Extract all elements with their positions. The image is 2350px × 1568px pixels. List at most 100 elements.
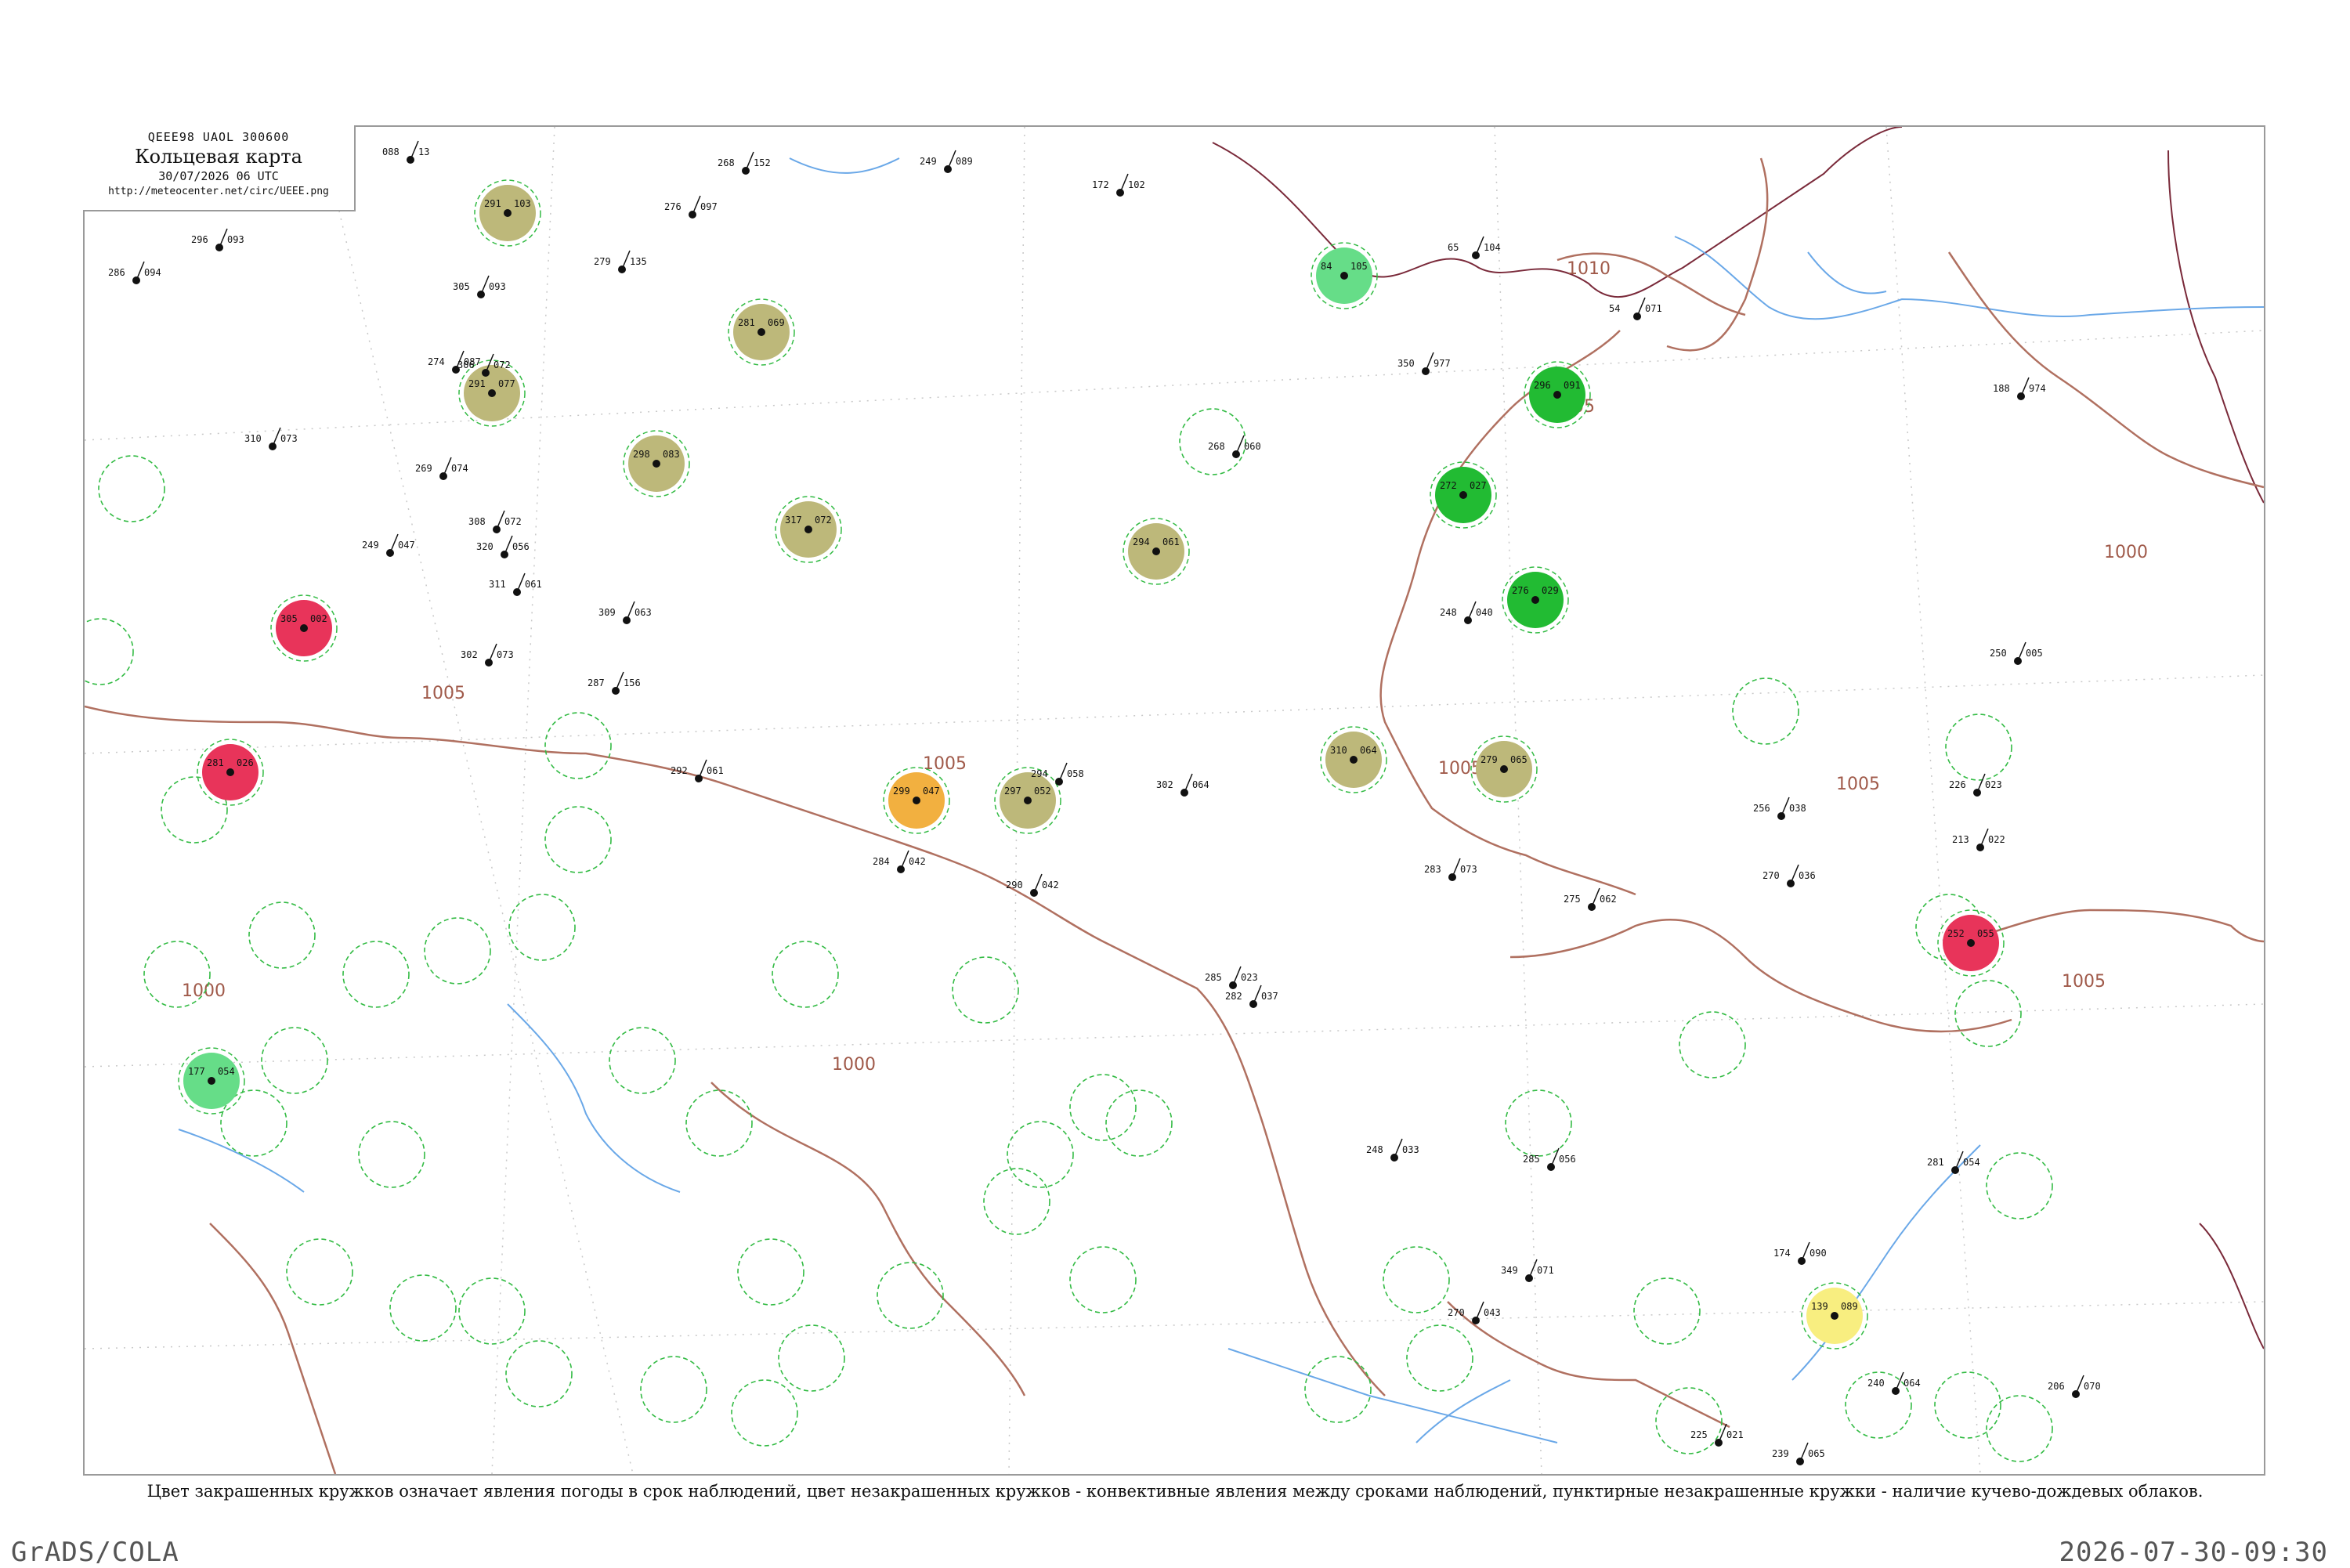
station-temp: 54 — [1609, 303, 1620, 314]
station-pressure: 027 — [1470, 480, 1487, 491]
station-temp: 281 — [1927, 1157, 1944, 1168]
station-pressure: 060 — [1244, 441, 1261, 452]
weather-station-light: 84 105 — [1311, 242, 1378, 309]
station-temp: 177 — [188, 1066, 205, 1077]
wind-barb — [1452, 858, 1461, 878]
station-dot — [1024, 797, 1032, 804]
station-circles: 291 103 298 083 291 077 281 069 317 072 294 061 297 0… — [178, 179, 2005, 1349]
station-pressure: 093 — [489, 281, 506, 292]
station-dot — [1152, 547, 1160, 555]
station-temp: 84 — [1321, 261, 1332, 272]
station-dot — [300, 624, 308, 632]
station-plot: 285 023 — [1205, 966, 1258, 989]
station-temp: 296 — [191, 234, 208, 245]
wind-barb — [1033, 873, 1043, 894]
wind-barb — [1591, 887, 1600, 908]
station-plot: 308 072 — [468, 510, 522, 533]
rivers — [178, 157, 2264, 1443]
station-temp: 298 — [633, 449, 650, 460]
weather-station-light: 177 054 — [178, 1047, 245, 1115]
station-pressure: 033 — [1402, 1144, 1419, 1155]
station-pressure: 038 — [1789, 803, 1806, 814]
station-plot: 279 135 — [594, 250, 647, 273]
station-temp: 317 — [785, 515, 802, 526]
wind-barb — [1253, 985, 1262, 1005]
station-temp: 310 — [1330, 745, 1347, 756]
weather-station-green: 276 029 — [1502, 566, 1569, 634]
weather-station-red: 305 002 — [270, 594, 338, 662]
wind-barb — [1976, 773, 1986, 793]
station-plot: 276 097 — [664, 195, 718, 219]
isobar-label: 1000 — [832, 1055, 876, 1075]
station-temp: 248 — [1440, 607, 1457, 618]
station-plot: 188 974 — [1993, 377, 2046, 400]
station-temp: 276 — [664, 201, 682, 212]
map-canvas: 1010 1005 1005 1005 1005 1005 1005 1000 … — [85, 127, 2264, 1474]
station-pressure: 065 — [1510, 754, 1528, 765]
wind-barb — [516, 573, 526, 593]
wind-barb — [1467, 601, 1477, 621]
station-pressure: 023 — [1241, 972, 1258, 983]
station-temp: 285 — [1523, 1154, 1540, 1165]
station-temp: 279 — [1480, 754, 1498, 765]
station-plot: 256 038 — [1753, 797, 1806, 820]
footer-software: GrADS/COLA — [11, 1537, 179, 1568]
station-pressure: 073 — [1460, 864, 1477, 875]
station-pressure: 077 — [498, 378, 515, 389]
station-temp: 294 — [1031, 768, 1048, 779]
wind-barb — [496, 510, 505, 530]
station-temp: 282 — [1225, 991, 1242, 1002]
station-temp: 206 — [2048, 1381, 2065, 1392]
station-temp: 174 — [1773, 1248, 1791, 1259]
station-dot — [1531, 596, 1539, 604]
station-pressure: 070 — [2084, 1381, 2101, 1392]
station-dot — [504, 209, 512, 217]
station-plot: 206 070 — [2048, 1375, 2101, 1398]
station-temp: 305 — [280, 613, 298, 624]
wind-barb — [1790, 864, 1799, 884]
wind-barb — [219, 228, 228, 248]
map-url[interactable]: http://meteocenter.net/circ/UEEE.png — [83, 186, 354, 197]
station-plot: 275 062 — [1564, 887, 1617, 911]
station-temp: 305 — [453, 281, 470, 292]
station-plot: 268 060 — [1208, 435, 1261, 458]
weather-map: 1010 1005 1005 1005 1005 1005 1005 1000 … — [83, 125, 2265, 1476]
wind-barb — [745, 151, 754, 172]
station-pressure: 047 — [398, 540, 415, 551]
bulletin-code: QEEE98 UAOL 300600 — [147, 130, 290, 144]
station-temp: 349 — [1501, 1265, 1518, 1276]
station-temp: 188 — [1993, 383, 2010, 394]
station-temp: 139 — [1811, 1301, 1828, 1312]
station-pressure: 064 — [1904, 1378, 1921, 1389]
station-pressure: 102 — [1128, 179, 1145, 190]
station-temp: 250 — [1990, 648, 2007, 659]
station-pressure: 061 — [707, 765, 724, 776]
station-pressure: 054 — [1963, 1157, 1980, 1168]
wind-barb — [900, 850, 909, 870]
weather-station-olive: 317 072 — [775, 496, 842, 563]
isobar-label: 1010 — [1567, 259, 1611, 279]
station-plot: 213 022 — [1952, 828, 2005, 851]
wind-barb — [410, 140, 419, 161]
wind-barb — [2075, 1375, 2084, 1395]
station-pressure: 056 — [512, 541, 530, 552]
station-temp: 268 — [718, 157, 735, 168]
station-plot: 292 061 — [671, 759, 724, 782]
wind-barb — [1235, 435, 1245, 455]
map-date: 30/07/2026 06 UTC — [158, 169, 279, 183]
station-pressure: 054 — [218, 1066, 235, 1077]
station-dot — [1340, 272, 1348, 280]
station-pressure: 061 — [1162, 537, 1180, 547]
station-pressure: 023 — [1985, 779, 2002, 790]
station-pressure: 074 — [451, 463, 468, 474]
station-dot — [1831, 1312, 1838, 1320]
wind-barb — [1636, 297, 1646, 317]
station-pressure: 055 — [1977, 928, 1994, 939]
wind-barb — [443, 457, 452, 477]
weather-station-green: 272 027 — [1430, 461, 1497, 529]
station-temp: 302 — [461, 649, 478, 660]
station-temp: 302 — [1156, 779, 1173, 790]
station-plot: 088 13 — [382, 140, 429, 164]
station-temp: 272 — [1440, 480, 1457, 491]
station-temp: 239 — [1772, 1448, 1789, 1459]
